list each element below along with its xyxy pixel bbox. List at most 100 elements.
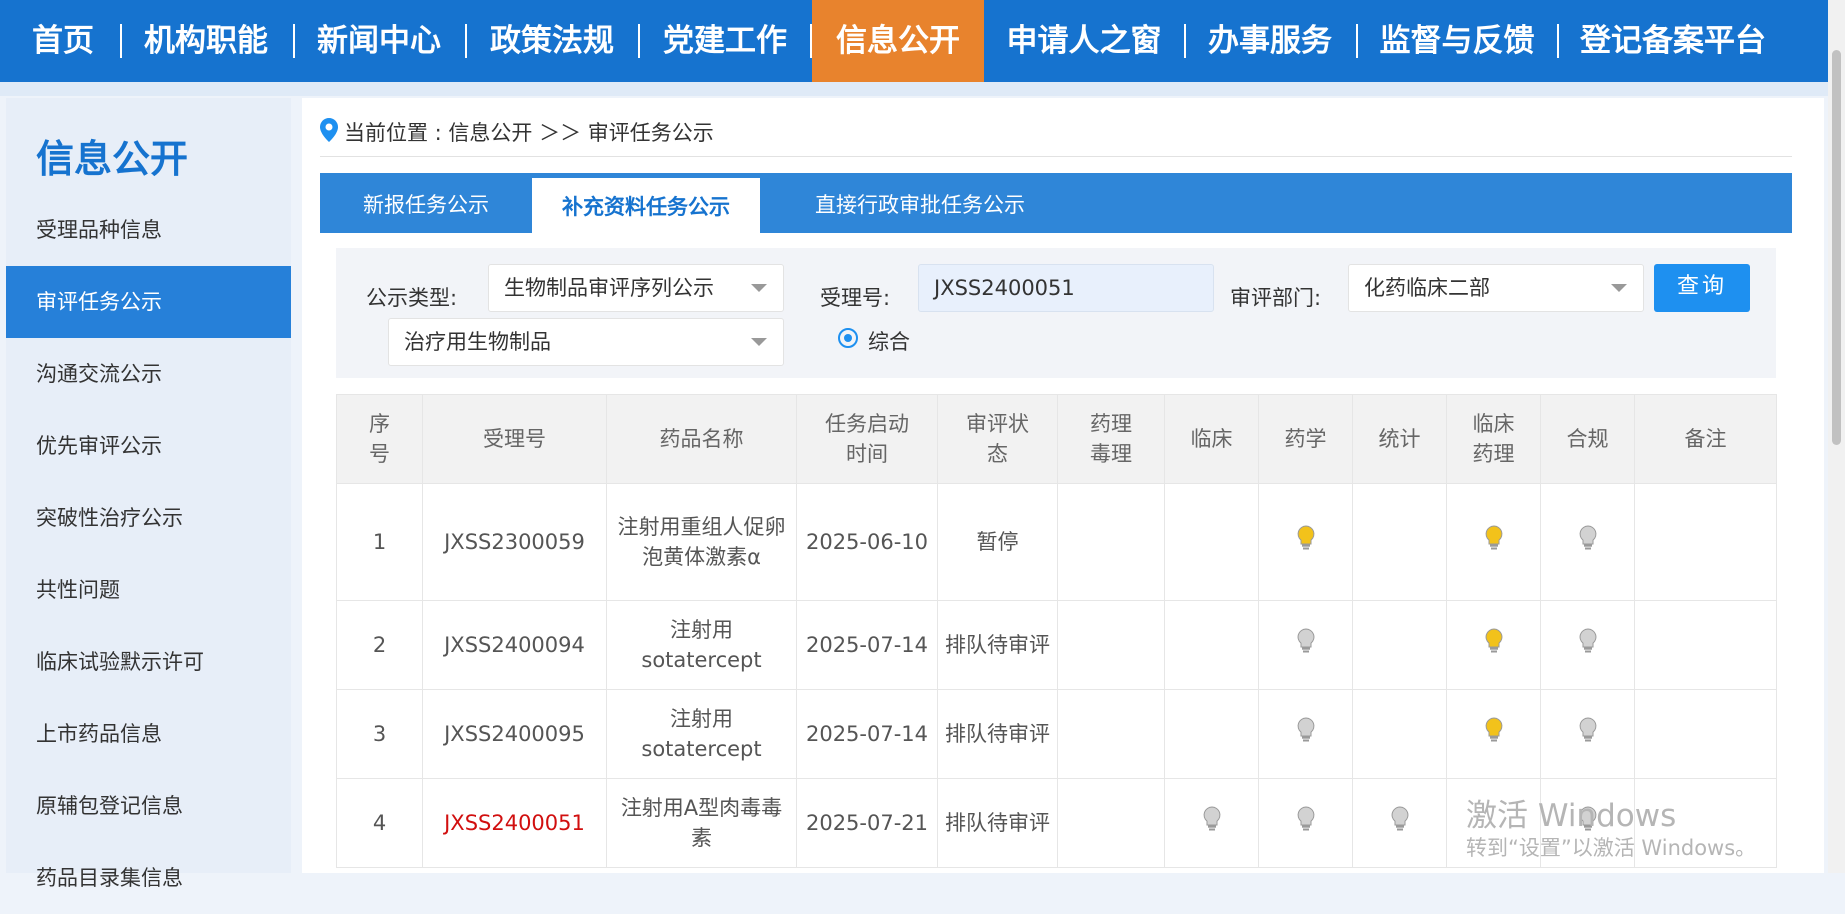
header-statistics: 统计 <box>1352 394 1447 484</box>
query-button[interactable]: 查询 <box>1654 264 1750 312</box>
cell-acceptance[interactable]: JXSS2400095 <box>422 689 607 779</box>
breadcrumb-divider <box>320 156 1792 157</box>
nav-separator <box>1356 24 1358 58</box>
acceptance-input[interactable]: JXSS2400051 <box>918 264 1214 312</box>
nav-item-policy[interactable]: 政策法规 <box>482 0 622 82</box>
cell-clinical <box>1164 778 1259 868</box>
breadcrumb-text: 当前位置 : 信息公开 ＞＞ 审评任务公示 <box>344 121 714 145</box>
cell-statistics <box>1352 483 1447 601</box>
chevron-down-icon <box>1611 284 1627 292</box>
cell-clin-pharm <box>1446 689 1541 779</box>
nav-item-org[interactable]: 机构职能 <box>136 0 276 82</box>
table-row[interactable]: 1 JXSS2300059 注射用重组人促卵泡黄体激素α 2025-06-10 暂停 <box>336 483 1777 601</box>
nav-item-services[interactable]: 办事服务 <box>1200 0 1340 82</box>
cell-drug-name: 注射用A型肉毒毒素 <box>606 778 797 868</box>
acceptance-input-value: JXSS2400051 <box>934 276 1075 300</box>
cell-pharmacy <box>1258 483 1353 601</box>
sidebar-item-drug-catalog[interactable]: 药品目录集信息 <box>6 842 291 914</box>
cell-clin-pharm <box>1446 600 1541 690</box>
nav-separator <box>638 24 640 58</box>
lightbulb-icon <box>1296 717 1316 743</box>
cell-remarks <box>1634 600 1777 690</box>
header-pharm-tox: 药理 毒理 <box>1057 394 1165 484</box>
nav-item-info-public[interactable]: 信息公开 <box>812 0 984 82</box>
cell-seq: 2 <box>336 600 423 690</box>
nav-item-supervision[interactable]: 监督与反馈 <box>1372 0 1542 82</box>
subtype-select-value: 治疗用生物制品 <box>404 330 551 354</box>
sidebar-item-clinical-trial[interactable]: 临床试验默示许可 <box>6 626 291 698</box>
cell-drug-name: 注射用 sotatercept <box>606 600 797 690</box>
sidebar: 信息公开 受理品种信息 审评任务公示 沟通交流公示 优先审评公示 突破性治疗公示… <box>6 98 291 890</box>
lightbulb-icon <box>1296 525 1316 551</box>
cell-pharm-tox <box>1057 778 1165 868</box>
nav-item-applicant[interactable]: 申请人之窗 <box>1000 0 1168 82</box>
sidebar-item-excipient-registration[interactable]: 原辅包登记信息 <box>6 770 291 842</box>
subtype-select[interactable]: 治疗用生物制品 <box>388 318 784 366</box>
cell-start-date: 2025-06-10 <box>796 483 938 601</box>
nav-separator <box>465 24 467 58</box>
cell-clinical <box>1164 689 1259 779</box>
filter-panel: 公示类型: 生物制品审评序列公示 受理号: JXSS2400051 审评部门: … <box>336 248 1776 378</box>
sidebar-item-marketed-drugs[interactable]: 上市药品信息 <box>6 698 291 770</box>
sidebar-item-accepted-varieties[interactable]: 受理品种信息 <box>6 194 291 266</box>
breadcrumb: 当前位置 : 信息公开 ＞＞ 审评任务公示 <box>320 118 714 148</box>
windows-activation-watermark: 激活 Windows <box>1466 798 1677 834</box>
nav-separator <box>1557 24 1559 58</box>
cell-pharmacy <box>1258 689 1353 779</box>
scrollbar-thumb[interactable] <box>1832 50 1841 445</box>
nav-item-registration[interactable]: 登记备案平台 <box>1573 0 1773 82</box>
cell-status: 排队待审评 <box>937 689 1058 779</box>
lightbulb-icon <box>1484 525 1504 551</box>
sidebar-item-communication[interactable]: 沟通交流公示 <box>6 338 291 410</box>
acceptance-label: 受理号: <box>820 286 891 310</box>
type-select[interactable]: 生物制品审评序列公示 <box>488 264 784 312</box>
dept-select[interactable]: 化药临床二部 <box>1348 264 1644 312</box>
cell-clin-pharm <box>1446 483 1541 601</box>
cell-seq: 4 <box>336 778 423 868</box>
cell-status: 暂停 <box>937 483 1058 601</box>
lightbulb-icon <box>1578 525 1598 551</box>
cell-pharmacy <box>1258 778 1353 868</box>
cell-acceptance[interactable]: JXSS2300059 <box>422 483 607 601</box>
task-tab-bar: 新报任务公示 补充资料任务公示 直接行政审批任务公示 <box>320 173 1792 233</box>
sidebar-item-breakthrough[interactable]: 突破性治疗公示 <box>6 482 291 554</box>
dept-label: 审评部门: <box>1230 286 1322 310</box>
lightbulb-icon <box>1484 717 1504 743</box>
chevron-down-icon <box>751 284 767 292</box>
lightbulb-icon <box>1578 628 1598 654</box>
cell-drug-name: 注射用重组人促卵泡黄体激素α <box>606 483 797 601</box>
nav-item-party[interactable]: 党建工作 <box>655 0 795 82</box>
sidebar-item-priority-review[interactable]: 优先审评公示 <box>6 410 291 482</box>
tab-admin-approval-tasks[interactable]: 直接行政审批任务公示 <box>760 173 1080 233</box>
page-scrollbar[interactable] <box>1828 0 1845 873</box>
table-row[interactable]: 3 JXSS2400095 注射用 sotatercept 2025-07-14 排队待… <box>336 689 1777 779</box>
sidebar-item-review-tasks[interactable]: 审评任务公示 <box>6 266 291 338</box>
header-remarks: 备注 <box>1634 394 1777 484</box>
comprehensive-radio[interactable] <box>838 328 858 348</box>
nav-item-news[interactable]: 新闻中心 <box>309 0 449 82</box>
tab-supplement-tasks[interactable]: 补充资料任务公示 <box>532 178 760 233</box>
lightbulb-icon <box>1202 806 1222 832</box>
lightbulb-icon <box>1578 717 1598 743</box>
table-row[interactable]: 2 JXSS2400094 注射用 sotatercept 2025-07-14 排队待… <box>336 600 1777 690</box>
comprehensive-radio-label[interactable]: 综合 <box>868 326 910 356</box>
header-acceptance: 受理号 <box>422 394 607 484</box>
dept-select-value: 化药临床二部 <box>1364 276 1490 300</box>
lightbulb-icon <box>1390 806 1410 832</box>
location-pin-icon <box>320 118 338 150</box>
sidebar-item-common-issues[interactable]: 共性问题 <box>6 554 291 626</box>
cell-start-date: 2025-07-14 <box>796 689 938 779</box>
header-seq: 序号 <box>336 394 423 484</box>
tab-new-tasks[interactable]: 新报任务公示 <box>320 173 532 233</box>
cell-drug-name: 注射用 sotatercept <box>606 689 797 779</box>
nav-separator <box>293 24 295 58</box>
cell-acceptance[interactable]: JXSS2400051 <box>422 778 607 868</box>
type-select-value: 生物制品审评序列公示 <box>504 276 714 300</box>
lightbulb-icon <box>1296 628 1316 654</box>
cell-pharm-tox <box>1057 600 1165 690</box>
header-start-date: 任务启动 时间 <box>796 394 938 484</box>
header-drug-name: 药品名称 <box>606 394 797 484</box>
nav-item-home[interactable]: 首页 <box>12 0 114 82</box>
nav-separator <box>1184 24 1186 58</box>
cell-acceptance[interactable]: JXSS2400094 <box>422 600 607 690</box>
